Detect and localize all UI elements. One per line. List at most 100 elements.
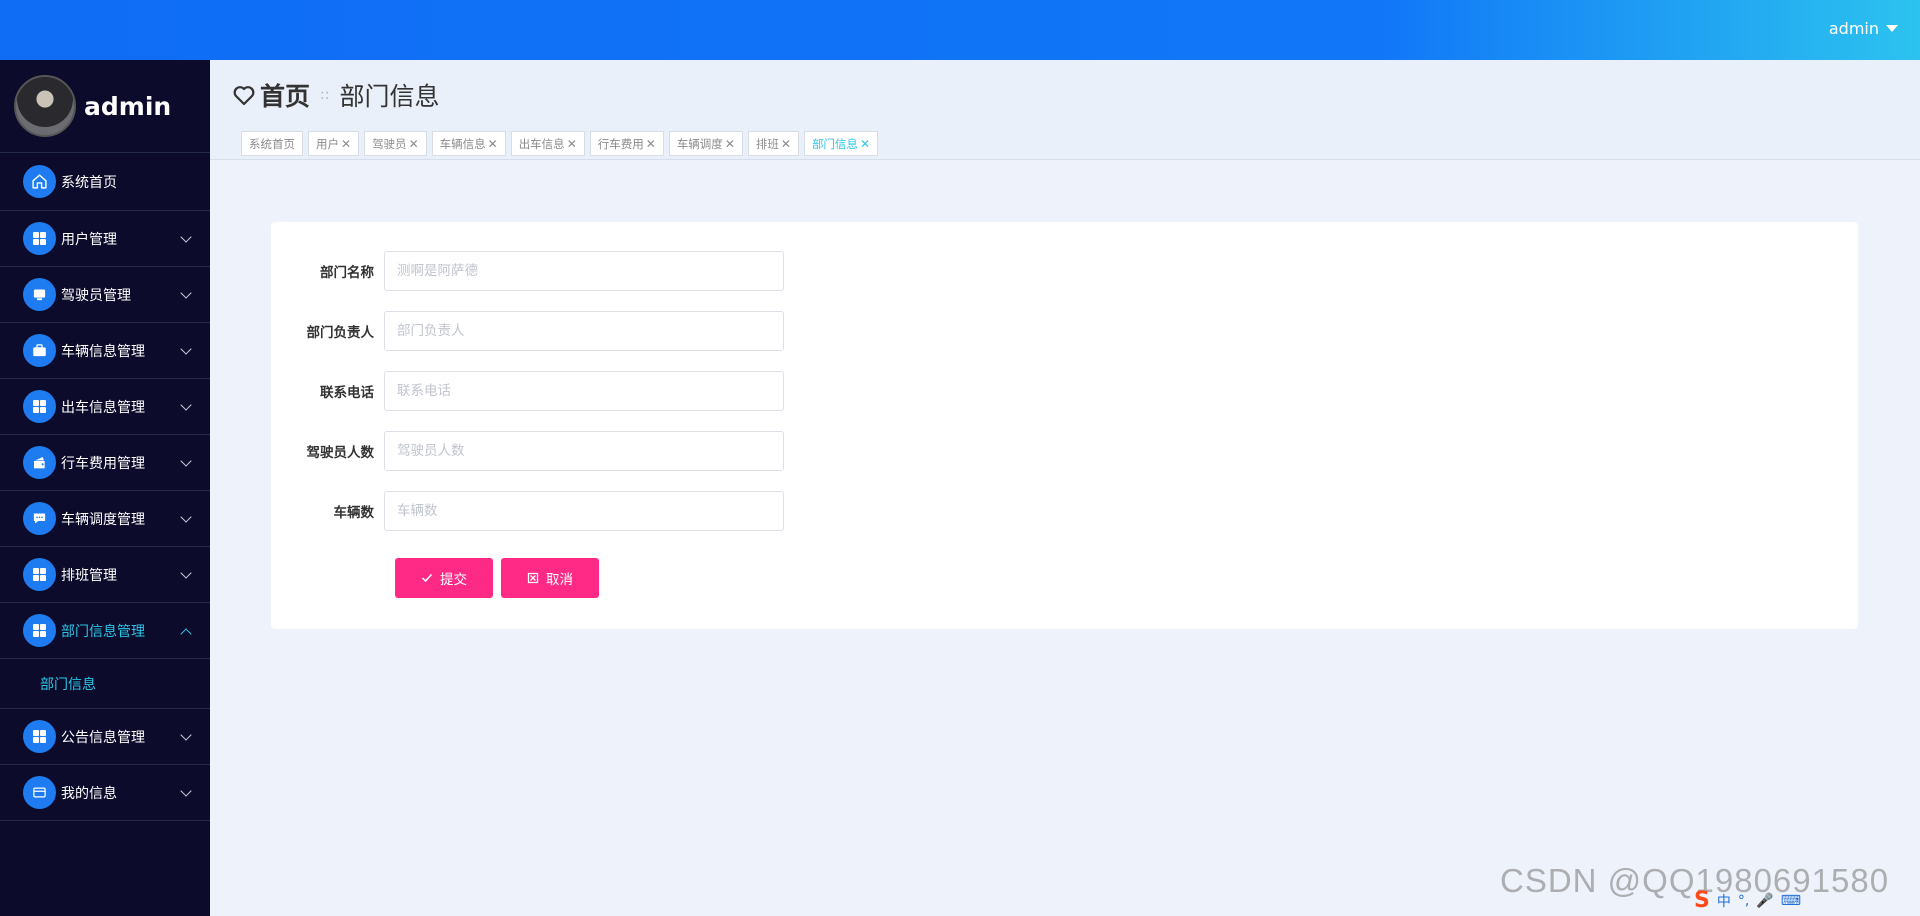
sidebar-item-label: 公告信息管理 [61,729,145,746]
grid-icon [23,390,56,423]
sidebar-item-label: 驾驶员管理 [61,287,131,304]
form-row-phone: 联系电话 [271,371,784,411]
chevron-up-icon [180,628,192,640]
phone-input[interactable] [384,371,784,411]
sidebar-item-departments[interactable]: 部门信息管理 [0,603,210,659]
card-icon [23,776,56,809]
sogou-logo-icon[interactable]: S [1694,888,1710,913]
sidebar-item-shifts[interactable]: 排班管理 [0,547,210,603]
close-icon[interactable]: ✕ [781,137,791,151]
top-bar: admin [0,0,1920,60]
chevron-down-icon [180,567,192,579]
tab-label: 排班 [755,136,779,151]
chevron-down-icon [180,785,192,797]
tab-expenses[interactable]: 行车费用 ✕ [589,131,664,156]
profile-name: admin [84,91,172,121]
close-box-icon [527,572,539,584]
sidebar-item-label: 行车费用管理 [61,455,145,472]
tab-department-info[interactable]: 部门信息 ✕ [803,131,878,156]
sidebar-item-announcements[interactable]: 公告信息管理 [0,709,210,765]
sidebar-item-users[interactable]: 用户管理 [0,211,210,267]
grid-icon [23,614,56,647]
tab-users[interactable]: 用户 ✕ [308,131,360,156]
driver-count-input[interactable] [384,431,784,471]
sidebar-item-vehicles[interactable]: 车辆信息管理 [0,323,210,379]
chevron-down-icon [180,729,192,741]
form-row-department-head: 部门负责人 [271,311,784,351]
check-icon [421,573,433,583]
sidebar-item-expenses[interactable]: 行车费用管理 [0,435,210,491]
form-label: 部门负责人 [306,325,375,341]
close-icon[interactable]: ✕ [567,137,577,151]
form-label: 部门名称 [320,265,374,281]
sidebar-item-label: 系统首页 [61,174,117,191]
tab-label: 行车费用 [597,136,644,151]
department-form-card: 部门名称 部门负责人 联系电话 驾驶员人数 车辆数 提交 取消 [271,222,1858,629]
grid-icon [23,558,56,591]
sidebar-item-dispatch-info[interactable]: 出车信息管理 [0,379,210,435]
user-dropdown[interactable]: admin [1829,19,1898,38]
breadcrumb: 首页 :: 部门信息 [232,77,439,113]
close-icon[interactable]: ✕ [488,137,498,151]
keyboard-icon[interactable]: ⌨ [1781,893,1801,909]
sidebar-item-label: 车辆信息管理 [61,343,145,360]
page-header: 首页 :: 部门信息 系统首页 用户 ✕ 驾驶员 ✕ 车辆信息 ✕ 出车信息 ✕ 行车费… [210,60,1920,160]
breadcrumb-current: 部门信息 [339,82,440,111]
tab-label: 车辆调度 [676,136,723,151]
breadcrumb-separator: :: [320,87,330,103]
sidebar-item-label: 车辆调度管理 [61,511,145,528]
submit-button[interactable]: 提交 [395,558,493,598]
submit-button-label: 提交 [440,572,467,588]
tab-label: 系统首页 [249,136,295,151]
sidebar-item-my-info[interactable]: 我的信息 [0,765,210,821]
department-head-input[interactable] [384,311,784,351]
sidebar-item-scheduling[interactable]: 车辆调度管理 [0,491,210,547]
chevron-down-icon [180,399,192,411]
tab-shifts[interactable]: 排班 ✕ [747,131,799,156]
chevron-down-icon [180,287,192,299]
submenu-item-department-info[interactable]: 部门信息 [0,659,210,709]
form-label: 驾驶员人数 [306,445,375,461]
tab-dispatch-info[interactable]: 出车信息 ✕ [510,131,585,156]
department-name-input[interactable] [384,251,784,291]
form-label: 联系电话 [320,385,374,401]
tab-label: 车辆信息 [439,136,486,151]
form-row-department-name: 部门名称 [271,251,784,291]
close-icon[interactable]: ✕ [341,137,351,151]
form-label: 车辆数 [333,505,375,521]
tab-label: 部门信息 [811,136,858,151]
close-icon[interactable]: ✕ [860,137,870,151]
sidebar-item-drivers[interactable]: 驾驶员管理 [0,267,210,323]
sidebar-item-label: 我的信息 [61,785,117,802]
main-content: 首页 :: 部门信息 系统首页 用户 ✕ 驾驶员 ✕ 车辆信息 ✕ 出车信息 ✕ 行车费… [210,60,1920,916]
home-icon [23,165,56,198]
briefcase-icon [23,334,56,367]
tab-label: 驾驶员 [372,136,407,151]
microphone-icon[interactable]: 🎤 [1756,893,1773,909]
tab-vehicle-info[interactable]: 车辆信息 ✕ [431,131,506,156]
tab-label: 出车信息 [518,136,565,151]
chevron-down-icon [180,343,192,355]
grid-icon [23,222,56,255]
tab-label: 用户 [316,136,339,151]
sidebar-item-home[interactable]: 系统首页 [0,153,210,211]
tab-bar: 系统首页 用户 ✕ 驾驶员 ✕ 车辆信息 ✕ 出车信息 ✕ 行车费用 ✕ 车辆调度 ✕ 排班… [241,131,878,156]
sidebar-item-label: 排班管理 [61,567,117,584]
sidebar-item-label: 部门信息管理 [61,623,145,640]
avatar [14,75,76,137]
sidebar: admin 系统首页 用户管理 驾驶员管理 车辆信息管理 出车信息管理 行车费用… [0,60,210,916]
vehicle-count-input[interactable] [384,491,784,531]
ime-lang-toggle[interactable]: 中 [1717,891,1731,911]
close-icon[interactable]: ✕ [409,137,419,151]
sidebar-item-label: 出车信息管理 [61,399,145,416]
close-icon[interactable]: ✕ [725,137,735,151]
tab-drivers[interactable]: 驾驶员 ✕ [364,131,427,156]
chevron-down-icon [180,511,192,523]
breadcrumb-home[interactable]: 首页 [260,77,310,113]
tab-system-home[interactable]: 系统首页 [241,131,303,156]
close-icon[interactable]: ✕ [646,137,656,151]
tab-scheduling[interactable]: 车辆调度 ✕ [668,131,743,156]
ime-punct-toggle[interactable]: °, [1738,893,1749,909]
heart-icon [233,86,255,106]
cancel-button[interactable]: 取消 [501,558,599,598]
